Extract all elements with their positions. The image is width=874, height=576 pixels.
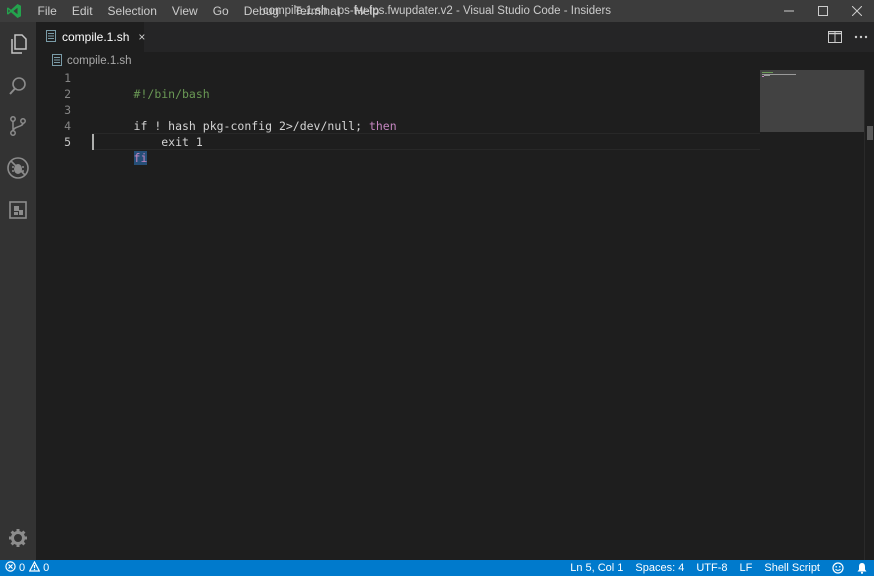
split-editor-icon[interactable] bbox=[822, 22, 848, 52]
tab-label: compile.1.sh bbox=[62, 30, 130, 44]
feedback-smiley-icon[interactable] bbox=[826, 560, 850, 576]
code-area[interactable]: #!/bin/bash if ! hash pkg-config 2>/dev/… bbox=[92, 70, 760, 560]
code-editor[interactable]: 1 2 3 4 5 #!/bin/bash if ! hash pkg-conf… bbox=[36, 70, 874, 560]
debug-icon[interactable] bbox=[0, 148, 36, 188]
line-number: 2 bbox=[64, 87, 71, 101]
minimap-line bbox=[762, 72, 773, 73]
language-mode[interactable]: Shell Script bbox=[758, 560, 826, 576]
warning-icon bbox=[28, 560, 41, 575]
menu-edit[interactable]: Edit bbox=[64, 0, 100, 22]
menu-selection[interactable]: Selection bbox=[100, 0, 164, 22]
shebang-comment: #!/bin/bash bbox=[133, 87, 210, 101]
activity-bar bbox=[0, 22, 36, 560]
code-line: fi bbox=[92, 134, 148, 165]
keyword-then: then bbox=[368, 119, 397, 133]
line-number: 3 bbox=[64, 103, 71, 117]
menu-view[interactable]: View bbox=[164, 0, 205, 22]
menu-debug[interactable]: Debug bbox=[236, 0, 286, 22]
more-actions-icon[interactable] bbox=[848, 22, 874, 52]
vscode-insiders-icon[interactable] bbox=[2, 0, 26, 22]
error-count: 0 bbox=[19, 562, 26, 574]
line-number-gutter: 1 2 3 4 5 bbox=[36, 70, 88, 560]
shell-file-icon bbox=[52, 53, 62, 69]
menu-go[interactable]: Go bbox=[205, 0, 236, 22]
error-icon bbox=[5, 561, 16, 575]
window-controls bbox=[772, 0, 874, 22]
shell-file-icon bbox=[46, 29, 56, 45]
menu-help[interactable]: Help bbox=[347, 0, 387, 22]
scrollbar-cursor-marker bbox=[867, 126, 873, 140]
indentation[interactable]: Spaces: 4 bbox=[629, 560, 690, 576]
problems-indicator[interactable]: 0 0 bbox=[0, 560, 50, 575]
files-icon[interactable] bbox=[0, 24, 36, 64]
encoding[interactable]: UTF-8 bbox=[690, 560, 733, 576]
code-line: if ! hash pkg-config 2>/dev/null; then bbox=[92, 102, 397, 133]
menu-file[interactable]: File bbox=[30, 0, 64, 22]
cursor-position[interactable]: Ln 5, Col 1 bbox=[564, 560, 629, 576]
search-icon[interactable] bbox=[0, 66, 36, 106]
menu-bar: File Edit Selection View Go Debug Termin… bbox=[30, 0, 387, 22]
minimap[interactable] bbox=[760, 70, 864, 132]
editor-tab-bar: compile.1.sh × bbox=[36, 22, 874, 52]
close-tab-icon[interactable]: × bbox=[138, 30, 145, 44]
line-number-active: 5 bbox=[64, 135, 71, 149]
close-window-button[interactable] bbox=[840, 0, 874, 22]
warning-count: 0 bbox=[43, 562, 50, 574]
extensions-icon[interactable] bbox=[0, 190, 36, 230]
breadcrumb: compile.1.sh bbox=[36, 52, 874, 70]
source-control-icon[interactable] bbox=[0, 106, 36, 146]
menu-terminal[interactable]: Terminal bbox=[287, 0, 347, 22]
status-bar: 0 0 Ln 5, Col 1 Spaces: 4 UTF-8 LF Shell… bbox=[0, 560, 874, 576]
maximize-button[interactable] bbox=[806, 0, 840, 22]
breadcrumb-file[interactable]: compile.1.sh bbox=[67, 55, 132, 67]
code-line: exit 1 bbox=[92, 118, 203, 149]
vertical-scrollbar[interactable] bbox=[864, 70, 874, 560]
end-of-line[interactable]: LF bbox=[734, 560, 759, 576]
status-bar-right: Ln 5, Col 1 Spaces: 4 UTF-8 LF Shell Scr… bbox=[564, 560, 874, 576]
tab-compile-sh[interactable]: compile.1.sh × bbox=[36, 22, 145, 52]
gear-icon[interactable] bbox=[0, 518, 36, 558]
minimize-button[interactable] bbox=[772, 0, 806, 22]
minimap-line bbox=[762, 76, 764, 77]
notifications-bell-icon[interactable] bbox=[850, 560, 874, 576]
code-line: #!/bin/bash bbox=[92, 70, 210, 101]
line-number: 1 bbox=[64, 71, 71, 85]
text-cursor bbox=[92, 134, 94, 150]
title-bar: File Edit Selection View Go Debug Termin… bbox=[0, 0, 874, 22]
editor-actions bbox=[822, 22, 874, 52]
keyword-fi: fi bbox=[133, 151, 148, 165]
line-number: 4 bbox=[64, 119, 71, 133]
minimap-line bbox=[764, 75, 770, 76]
